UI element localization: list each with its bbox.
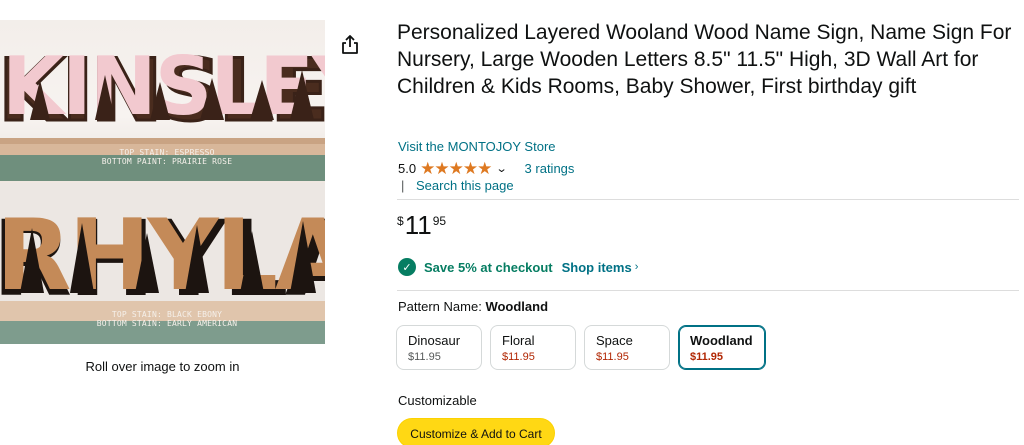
price-symbol: $ [397,214,404,228]
search-page-row: | Search this page [401,178,514,193]
chevron-right-icon: › [634,261,639,273]
star-icon: ★ [462,158,479,178]
option-name: Floral [502,333,535,348]
separator: | [401,178,405,193]
share-icon[interactable] [340,34,360,56]
star-icon: ★ [434,158,450,178]
customizable-label: Customizable [398,393,477,408]
product-image-rhylan: RHYLAN RHYLAN TOP STAIN: BLACK EBONY BOT… [0,183,325,344]
share-icon-graphic [342,35,358,54]
image-caption-rhylan: TOP STAIN: BLACK EBONY BOTTOM STAIN: EAR… [92,310,242,328]
pattern-option-floral[interactable]: Floral $11.95 [490,325,576,370]
caption-line: BOTTOM PAINT: PRAIRIE ROSE [101,157,233,166]
star-rating[interactable]: ★ ★ ★ ★ ★ [420,158,493,178]
option-name: Woodland [690,333,753,348]
chevron-down-icon[interactable]: ⌄ [496,162,508,175]
caption-line: TOP STAIN: BLACK EBONY [111,310,223,319]
divider [397,290,1019,291]
pattern-options: Dinosaur $11.95 Floral $11.95 Space $11.… [396,325,774,370]
shop-items-link[interactable]: Shop items [562,260,632,275]
rating-row: 5.0 ★ ★ ★ ★ ★ ⌄ 3 ratings [398,158,574,178]
check-circle-icon: ✓ [398,258,416,276]
promo-text: Save 5% at checkout [424,259,553,275]
star-icon: ★ [448,158,464,178]
option-price: $11.95 [502,351,535,363]
product-title: Personalized Layered Wooland Wood Name S… [397,21,1012,98]
rating-value: 5.0 [398,160,417,176]
caption-line: BOTTOM STAIN: EARLY AMERICAN [96,319,238,328]
star-icon: ★ [420,158,436,178]
star-icon: ★ [477,158,493,178]
pattern-option-dinosaur[interactable]: Dinosaur $11.95 [396,325,482,370]
option-price: $11.95 [690,351,724,363]
divider [397,199,1019,200]
pattern-option-woodland[interactable]: Woodland $11.95 [678,325,766,370]
customize-add-to-cart-button[interactable]: Customize & Add to Cart [397,418,555,445]
zoom-hint: Roll over image to zoom in [85,359,240,374]
image-caption-kinsley: TOP STAIN: ESPRESSO BOTTOM PAINT: PRAIRI… [92,148,242,166]
option-price: $11.95 [596,351,629,363]
promo-row: ✓ Save 5% at checkout Shop items › [398,258,638,276]
pattern-option-space[interactable]: Space $11.95 [584,325,670,370]
search-this-page-link[interactable]: Search this page [416,178,514,193]
option-name: Space [596,333,633,348]
price: $ 11 95 [397,211,446,239]
price-whole: 11 [404,210,432,240]
pattern-label-text: Pattern Name: [398,299,482,314]
product-image-kinsley: KINSLEY KINSLEY TOP STAIN: ESPRESSO BOTT… [0,20,325,181]
price-fraction: 95 [432,214,447,228]
store-link[interactable]: Visit the MONTOJOY Store [398,139,556,154]
pattern-selected-value: Woodland [485,299,549,314]
svg-text:RHYLAN: RHYLAN [0,199,325,313]
caption-line: TOP STAIN: ESPRESSO [119,148,215,157]
pattern-label: Pattern Name: Woodland [398,299,548,314]
ratings-count-link[interactable]: 3 ratings [525,161,575,176]
option-price: $11.95 [408,351,441,363]
product-image[interactable]: KINSLEY KINSLEY TOP STAIN: ESPRESSO BOTT… [0,20,325,344]
option-name: Dinosaur [408,333,461,348]
